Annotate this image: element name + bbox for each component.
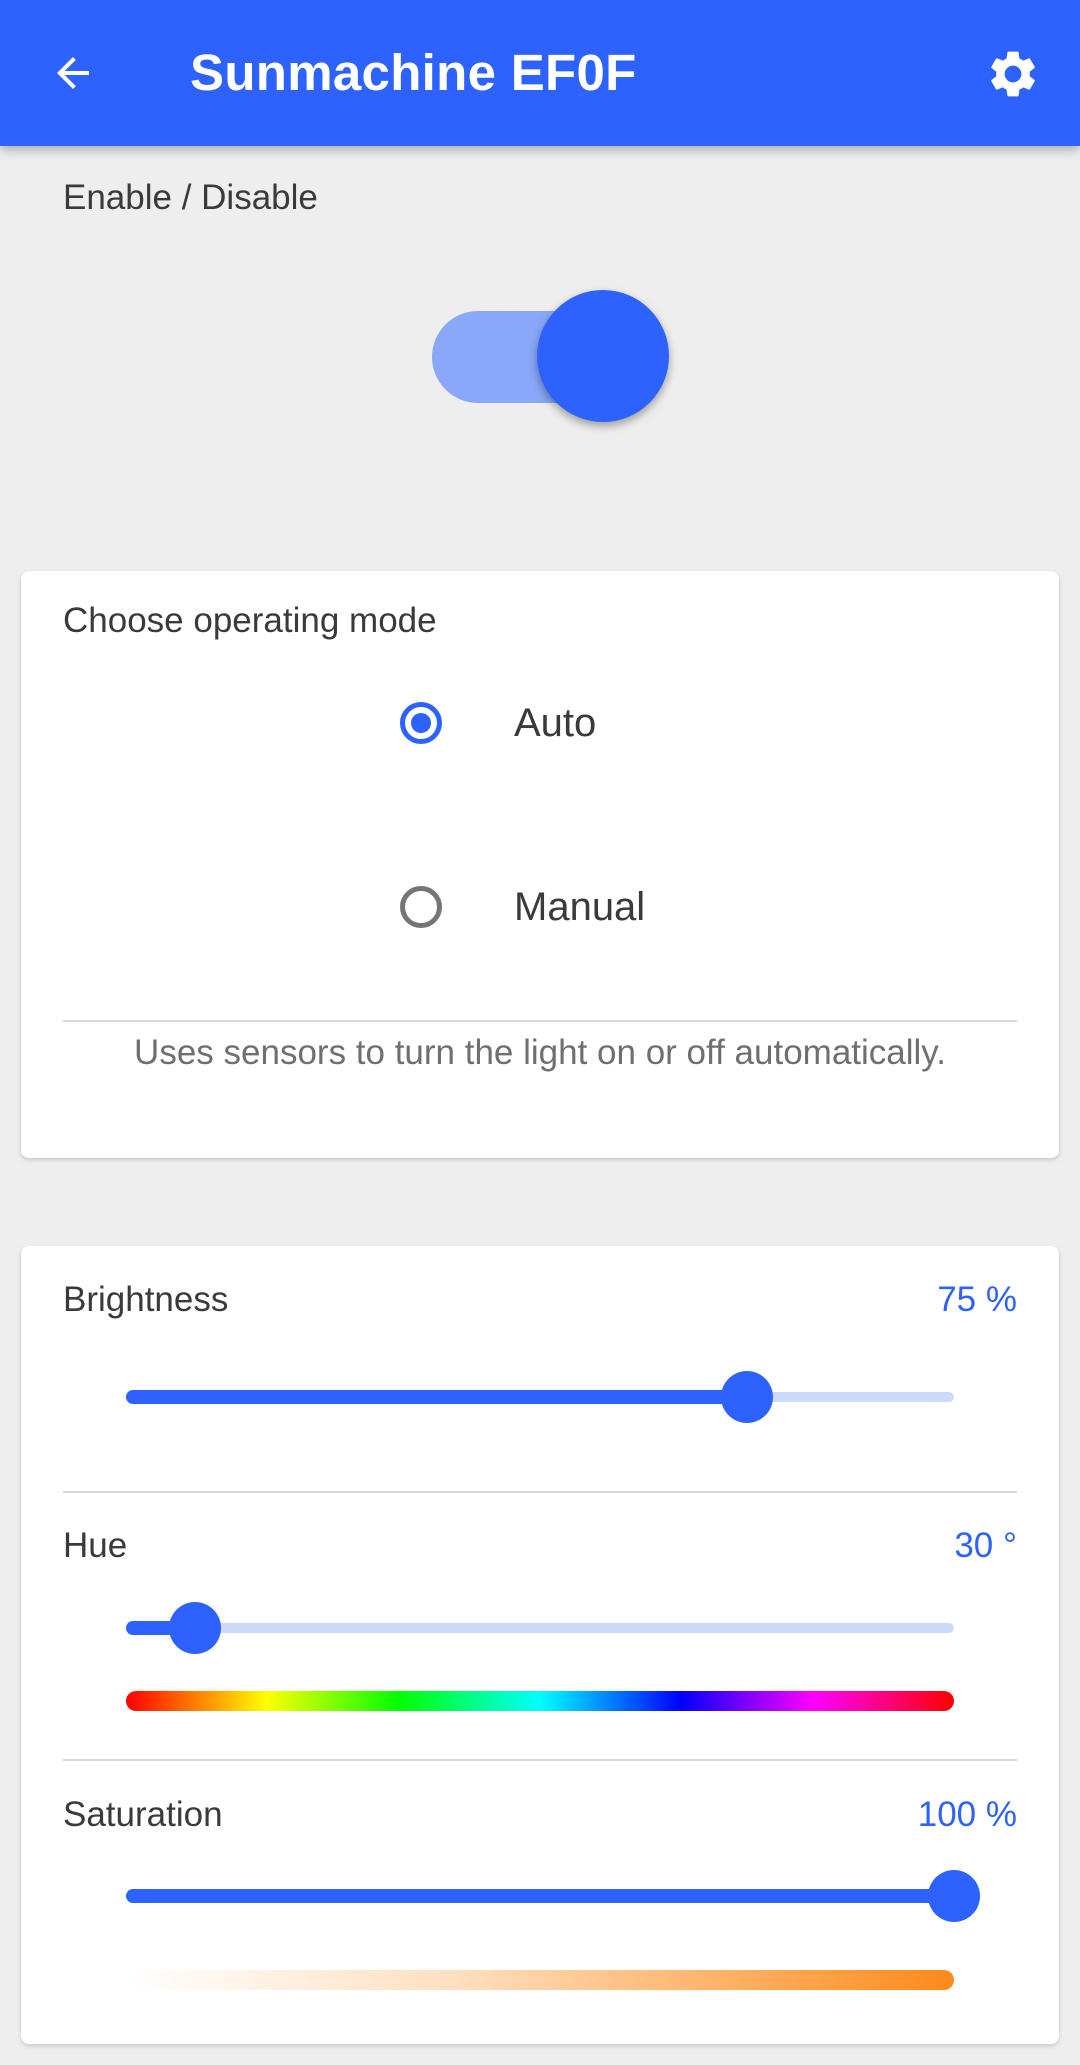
- light-settings-card: Brightness 75 % Hue 30 ° Saturation 100 …: [21, 1246, 1059, 2044]
- hue-label: Hue: [63, 1526, 128, 1565]
- switch-thumb: [537, 290, 669, 422]
- divider: [63, 1020, 1017, 1022]
- enable-toggle-switch[interactable]: [432, 290, 672, 426]
- hue-slider[interactable]: [126, 1598, 954, 1658]
- hue-spectrum-bar: [126, 1691, 954, 1711]
- radio-option-manual[interactable]: Manual: [378, 872, 645, 942]
- radio-label-auto: Auto: [514, 700, 597, 745]
- hue-value: 30 °: [954, 1526, 1017, 1565]
- mode-description: Uses sensors to turn the light on or off…: [134, 1033, 946, 1072]
- saturation-value: 100 %: [917, 1795, 1017, 1834]
- radio-option-auto[interactable]: Auto: [378, 688, 596, 758]
- divider: [63, 1759, 1017, 1761]
- saturation-slider[interactable]: [126, 1866, 980, 1926]
- gear-icon: [991, 51, 1035, 97]
- brightness-slider[interactable]: [126, 1367, 954, 1427]
- radio-label-manual: Manual: [514, 884, 646, 929]
- radio-unchecked-icon: [400, 886, 442, 928]
- app-bar: Sunmachine EF0F: [0, 0, 1080, 146]
- divider: [63, 1491, 1017, 1493]
- brightness-value: 75 %: [937, 1280, 1017, 1319]
- slider-thumb[interactable]: [721, 1371, 773, 1423]
- operating-mode-title: Choose operating mode: [63, 601, 437, 640]
- arrow-back-icon: [57, 57, 89, 89]
- slider-rail: [126, 1623, 954, 1633]
- slider-fill: [126, 1889, 954, 1903]
- slider-thumb[interactable]: [169, 1602, 221, 1654]
- enable-disable-label: Enable / Disable: [63, 178, 318, 217]
- settings-button[interactable]: [974, 38, 1052, 110]
- slider-fill: [126, 1390, 747, 1404]
- radio-checked-icon: [400, 702, 442, 744]
- operating-mode-card: Choose operating mode Uses sensors to tu…: [21, 571, 1059, 1158]
- brightness-label: Brightness: [63, 1280, 229, 1319]
- saturation-label: Saturation: [63, 1795, 223, 1834]
- saturation-gradient-bar: [126, 1970, 954, 1990]
- back-button[interactable]: [34, 38, 112, 108]
- slider-thumb[interactable]: [928, 1870, 980, 1922]
- app-title: Sunmachine EF0F: [190, 44, 637, 101]
